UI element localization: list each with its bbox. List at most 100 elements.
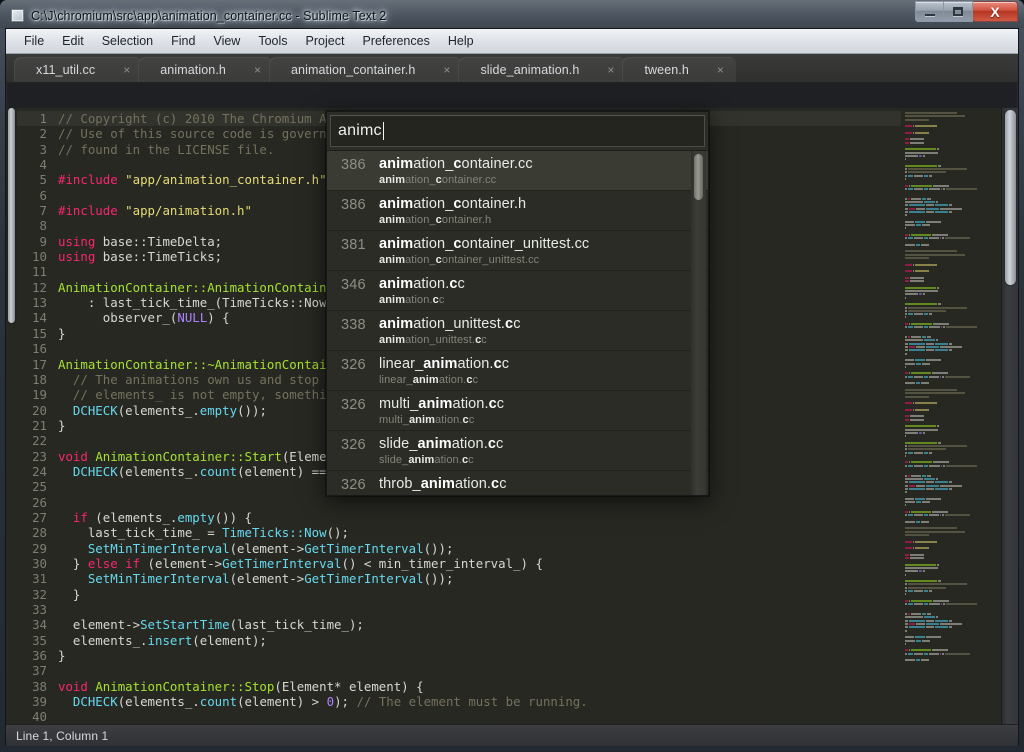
goto-result-texts: animation.ccanimation.cc: [379, 275, 694, 307]
close-icon: X: [990, 6, 999, 18]
goto-result-item[interactable]: 386animation_container.ccanimation_conta…: [327, 151, 708, 191]
minimap-line: [905, 158, 998, 160]
menu-item-view[interactable]: View: [204, 31, 249, 51]
minimap-line: [905, 603, 998, 605]
vertical-scrollbar-thumb[interactable]: [1005, 110, 1016, 285]
close-button[interactable]: X: [973, 1, 1018, 22]
minimap-line: [905, 376, 998, 378]
minimap-segment: [915, 402, 937, 404]
vertical-scrollbar[interactable]: [1001, 108, 1018, 724]
minimap-segment: [905, 461, 908, 463]
minimap-segment: [922, 224, 930, 226]
minimap-line: [905, 221, 998, 223]
minimap-segment: [935, 488, 948, 490]
minimap-segment: [905, 574, 906, 576]
tab-close-icon[interactable]: ×: [123, 64, 130, 76]
menu-bar: FileEditSelectionFindViewToolsProjectPre…: [6, 29, 1018, 54]
goto-result-path: linear_animation.cc: [379, 373, 694, 387]
maximize-button[interactable]: [944, 1, 973, 22]
minimap-segment: [913, 132, 914, 134]
goto-result-item[interactable]: 326slide_animation.ccslide_animation.cc: [327, 431, 708, 471]
tab-slide-animation-h[interactable]: slide_animation.h×: [458, 57, 626, 82]
minimap-segment: [908, 168, 967, 170]
minimap[interactable]: [901, 108, 1001, 724]
minimap-segment: [905, 583, 907, 585]
line-number: 20: [17, 403, 47, 418]
minimap-line: [905, 250, 998, 252]
tab-animation-container-h[interactable]: animation_container.h×: [269, 57, 462, 82]
minimap-segment: [909, 234, 910, 236]
goto-result-name: animation.cc: [379, 275, 694, 293]
left-scrollbar-thumb[interactable]: [8, 108, 15, 323]
code-token: ()) {: [215, 510, 252, 525]
minimap-segment: [908, 587, 946, 589]
minimap-segment: [905, 323, 908, 325]
minimap-segment: [941, 188, 942, 190]
minimap-segment: [935, 343, 948, 345]
menu-item-edit[interactable]: Edit: [53, 31, 93, 51]
match-highlight: anim: [379, 196, 413, 212]
minimap-segment: [949, 626, 952, 628]
menu-item-project[interactable]: Project: [297, 31, 354, 51]
goto-anything-panel: animc 386animation_container.ccanimation…: [326, 111, 709, 496]
minimap-segment: [926, 636, 941, 638]
minimap-segment: [926, 488, 934, 490]
menu-item-selection[interactable]: Selection: [93, 31, 162, 51]
minimap-segment: [910, 277, 924, 279]
minimap-line: [905, 498, 998, 500]
tab-close-icon[interactable]: ×: [607, 64, 614, 76]
code-line: 29 SetMinTimerInterval(element->GetTimer…: [17, 541, 901, 556]
minimap-segment: [905, 303, 937, 305]
tab-close-icon[interactable]: ×: [717, 64, 724, 76]
minimize-button[interactable]: [915, 1, 944, 22]
goto-result-item[interactable]: 326multi_animation.ccmulti_animation.cc: [327, 391, 708, 431]
goto-result-item[interactable]: 338animation_unittest.ccanimation_unitte…: [327, 311, 708, 351]
minimap-segment: [909, 204, 925, 206]
minimap-segment: [908, 653, 913, 655]
goto-result-item[interactable]: 326linear_animation.cclinear_animation.c…: [327, 351, 708, 391]
goto-result-item[interactable]: 386animation_container.hanimation_contai…: [327, 191, 708, 231]
tab-bar: x11_util.cc×animation.h×animation_contai…: [6, 54, 1018, 83]
minimap-segment: [916, 346, 925, 348]
minimap-segment: [914, 376, 923, 378]
menu-item-preferences[interactable]: Preferences: [353, 31, 438, 51]
left-scrollbar[interactable]: [6, 108, 17, 724]
minimap-line: [905, 508, 998, 510]
minimap-segment: [905, 623, 908, 625]
goto-results-list[interactable]: 386animation_container.ccanimation_conta…: [327, 150, 708, 495]
tab-close-icon[interactable]: ×: [443, 64, 450, 76]
minimap-segment: [916, 640, 921, 642]
goto-input-wrapper[interactable]: animc: [330, 115, 705, 147]
plain-text: ation_: [413, 196, 453, 212]
minimap-segment: [916, 501, 921, 503]
menu-item-help[interactable]: Help: [439, 31, 483, 51]
minimap-segment: [905, 165, 937, 167]
minimap-segment: [921, 521, 929, 523]
plain-text: c: [469, 414, 475, 426]
code-token: : last_tick_time_(TimeTicks::Now()),: [58, 295, 356, 310]
menu-item-find[interactable]: Find: [162, 31, 204, 51]
tab-tween-h[interactable]: tween.h×: [622, 57, 736, 82]
code-token: [58, 403, 73, 418]
goto-scrollbar[interactable]: [691, 151, 706, 495]
goto-result-item[interactable]: 346animation.ccanimation.cc: [327, 271, 708, 311]
minimap-segment: [935, 204, 948, 206]
goto-result-name: slide_animation.cc: [379, 435, 694, 453]
plain-text: linear_: [379, 374, 413, 386]
code-token: AnimationContainer::Stop: [95, 679, 274, 694]
goto-scrollbar-thumb[interactable]: [694, 154, 703, 200]
goto-search-input[interactable]: animc: [338, 123, 382, 139]
match-highlight: anim: [379, 294, 405, 306]
menu-item-file[interactable]: File: [15, 31, 53, 51]
goto-result-item[interactable]: 381animation_container_unittest.ccanimat…: [327, 231, 708, 271]
tab-animation-h[interactable]: animation.h×: [138, 57, 273, 82]
menu-item-tools[interactable]: Tools: [249, 31, 296, 51]
line-number: 15: [17, 326, 47, 341]
minimap-line: [905, 188, 998, 190]
tab-close-icon[interactable]: ×: [254, 64, 261, 76]
minimap-line: [905, 593, 998, 595]
tab-x11-util-cc[interactable]: x11_util.cc×: [14, 57, 142, 82]
goto-result-item[interactable]: 326throb_animation.ccthrob_animation.cc: [327, 471, 708, 495]
line-number: 27: [17, 510, 47, 525]
plain-text: c: [471, 494, 477, 495]
